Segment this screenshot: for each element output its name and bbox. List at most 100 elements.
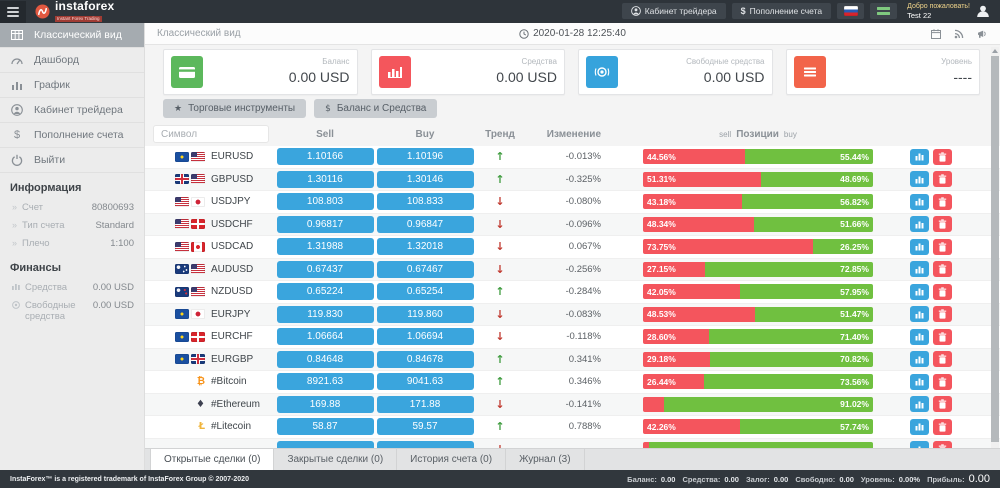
delete-button[interactable] bbox=[933, 396, 952, 412]
open-chart-button[interactable] bbox=[910, 261, 929, 277]
symbol-cell[interactable]: Ł #Litecoin bbox=[153, 421, 275, 432]
footer-stats: Баланс:0.00 Средства:0.00 Залог:0.00 Сво… bbox=[627, 473, 990, 485]
sidebar-item-dashboard[interactable]: Дашборд bbox=[0, 48, 144, 73]
calendar-icon[interactable] bbox=[931, 29, 941, 39]
open-chart-button[interactable] bbox=[910, 171, 929, 187]
sell-price-button[interactable]: 0.96817 bbox=[277, 216, 374, 233]
sell-price-button[interactable]: 58.87 bbox=[277, 418, 374, 435]
symbol-cell[interactable]: ♦ #Ethereum bbox=[153, 399, 275, 410]
buy-price-button[interactable]: 1.10196 bbox=[377, 148, 474, 165]
delete-button[interactable] bbox=[933, 216, 952, 232]
open-chart-button[interactable] bbox=[910, 239, 929, 255]
sell-price-button[interactable]: 0.84648 bbox=[277, 351, 374, 368]
sell-price-button[interactable]: 0.67437 bbox=[277, 261, 374, 278]
buy-column-header: Buy bbox=[375, 129, 475, 140]
symbol-cell[interactable]: EURCHF bbox=[153, 331, 275, 342]
buy-price-button[interactable]: 0.84678 bbox=[377, 351, 474, 368]
sidebar-item-classic-view[interactable]: Классический вид bbox=[0, 23, 144, 48]
symbol-cell[interactable]: EURGBP bbox=[153, 354, 275, 365]
delete-button[interactable] bbox=[933, 194, 952, 210]
trading-instruments-button[interactable]: ★ Торговые инструменты bbox=[163, 99, 306, 118]
delete-button[interactable] bbox=[933, 419, 952, 435]
buy-price-button[interactable]: 0.96847 bbox=[377, 216, 474, 233]
symbol-cell[interactable]: EURUSD bbox=[153, 151, 275, 162]
delete-button[interactable] bbox=[933, 351, 952, 367]
open-chart-button[interactable] bbox=[910, 194, 929, 210]
sell-price-button[interactable]: 1.30116 bbox=[277, 171, 374, 188]
balance-and-funds-button[interactable]: $ Баланс и Средства bbox=[314, 99, 437, 118]
language-russian-button[interactable] bbox=[837, 3, 864, 19]
symbol-cell[interactable]: ₿ #Bitcoin bbox=[153, 376, 275, 387]
buy-price-button[interactable]: 9041.63 bbox=[377, 373, 474, 390]
sidebar-item-deposit[interactable]: $ Пополнение счета bbox=[0, 123, 144, 148]
green-equals-button[interactable] bbox=[870, 3, 897, 19]
sell-price-button[interactable]: 119.830 bbox=[277, 306, 374, 323]
sidebar-item-label: Пополнение счета bbox=[34, 129, 124, 141]
open-chart-button[interactable] bbox=[910, 216, 929, 232]
open-chart-button[interactable] bbox=[910, 149, 929, 165]
symbol-cell[interactable]: USDCAD bbox=[153, 241, 275, 252]
buy-price-button[interactable]: 59.57 bbox=[377, 418, 474, 435]
delete-button[interactable] bbox=[933, 171, 952, 187]
delete-button[interactable] bbox=[933, 306, 952, 322]
deposit-button[interactable]: $ Пополнение счета bbox=[732, 3, 831, 19]
symbol-cell[interactable]: EURJPY bbox=[153, 309, 275, 320]
sell-price-button[interactable]: 8921.63 bbox=[277, 373, 374, 390]
trend-arrow-icon: ↓ bbox=[495, 443, 504, 448]
delete-button[interactable] bbox=[933, 329, 952, 345]
sell-price-button[interactable]: 169.88 bbox=[277, 396, 374, 413]
open-chart-button[interactable] bbox=[910, 329, 929, 345]
symbol-cell[interactable]: AUDUSD bbox=[153, 264, 275, 275]
buy-price-button[interactable] bbox=[377, 441, 474, 448]
delete-button[interactable] bbox=[933, 239, 952, 255]
tab-account-history[interactable]: История счета (0) bbox=[397, 449, 506, 470]
buy-price-button[interactable]: 1.32018 bbox=[377, 238, 474, 255]
symbol-cell[interactable]: USDCHF bbox=[153, 219, 275, 230]
symbol-cell[interactable]: NZDUSD bbox=[153, 286, 275, 297]
delete-button[interactable] bbox=[933, 149, 952, 165]
buy-price-button[interactable]: 1.06694 bbox=[377, 328, 474, 345]
rss-icon[interactable] bbox=[954, 29, 964, 39]
sell-price-button[interactable]: 1.06664 bbox=[277, 328, 374, 345]
scrollbar-thumb[interactable] bbox=[991, 56, 999, 442]
scroll-up-arrow-icon[interactable] bbox=[991, 47, 999, 55]
buy-price-button[interactable]: 119.860 bbox=[377, 306, 474, 323]
buy-price-button[interactable]: 0.65254 bbox=[377, 283, 474, 300]
tab-open-trades[interactable]: Открытые сделки (0) bbox=[150, 449, 274, 470]
sell-price-button[interactable] bbox=[277, 441, 374, 448]
trader-cabinet-button[interactable]: Кабинет трейдера bbox=[622, 3, 726, 19]
sidebar-item-logout[interactable]: Выйти bbox=[0, 148, 144, 173]
delete-button[interactable] bbox=[933, 441, 952, 448]
sell-price-button[interactable]: 1.10166 bbox=[277, 148, 374, 165]
open-chart-button[interactable] bbox=[910, 351, 929, 367]
symbol-cell[interactable]: USDJPY bbox=[153, 196, 275, 207]
open-chart-button[interactable] bbox=[910, 284, 929, 300]
open-chart-button[interactable] bbox=[910, 396, 929, 412]
delete-button[interactable] bbox=[933, 284, 952, 300]
brand-logo[interactable]: instaforex Instant Forex Trading bbox=[35, 0, 114, 23]
hamburger-menu-icon[interactable] bbox=[0, 1, 26, 23]
buy-price-button[interactable]: 171.88 bbox=[377, 396, 474, 413]
avatar-icon[interactable] bbox=[976, 4, 990, 18]
megaphone-icon[interactable] bbox=[977, 29, 988, 39]
delete-button[interactable] bbox=[933, 374, 952, 390]
symbol-search-input[interactable] bbox=[153, 125, 269, 143]
sell-price-button[interactable]: 0.65224 bbox=[277, 283, 374, 300]
sidebar-item-trader-cabinet[interactable]: Кабинет трейдера bbox=[0, 98, 144, 123]
sidebar-item-chart[interactable]: График bbox=[0, 73, 144, 98]
scrollbar[interactable] bbox=[991, 47, 999, 448]
open-chart-button[interactable] bbox=[910, 441, 929, 448]
tab-journal[interactable]: Журнал (3) bbox=[506, 449, 585, 470]
open-chart-button[interactable] bbox=[910, 374, 929, 390]
delete-button[interactable] bbox=[933, 261, 952, 277]
sell-price-button[interactable]: 1.31988 bbox=[277, 238, 374, 255]
open-chart-button[interactable] bbox=[910, 419, 929, 435]
buy-price-button[interactable]: 1.30146 bbox=[377, 171, 474, 188]
sell-price-button[interactable]: 108.803 bbox=[277, 193, 374, 210]
open-chart-button[interactable] bbox=[910, 306, 929, 322]
buy-price-button[interactable]: 108.833 bbox=[377, 193, 474, 210]
symbol-cell[interactable]: GBPUSD bbox=[153, 174, 275, 185]
info-row-account-type: » Тип счета Standard bbox=[0, 217, 144, 235]
buy-price-button[interactable]: 0.67467 bbox=[377, 261, 474, 278]
tab-closed-trades[interactable]: Закрытые сделки (0) bbox=[274, 449, 397, 470]
